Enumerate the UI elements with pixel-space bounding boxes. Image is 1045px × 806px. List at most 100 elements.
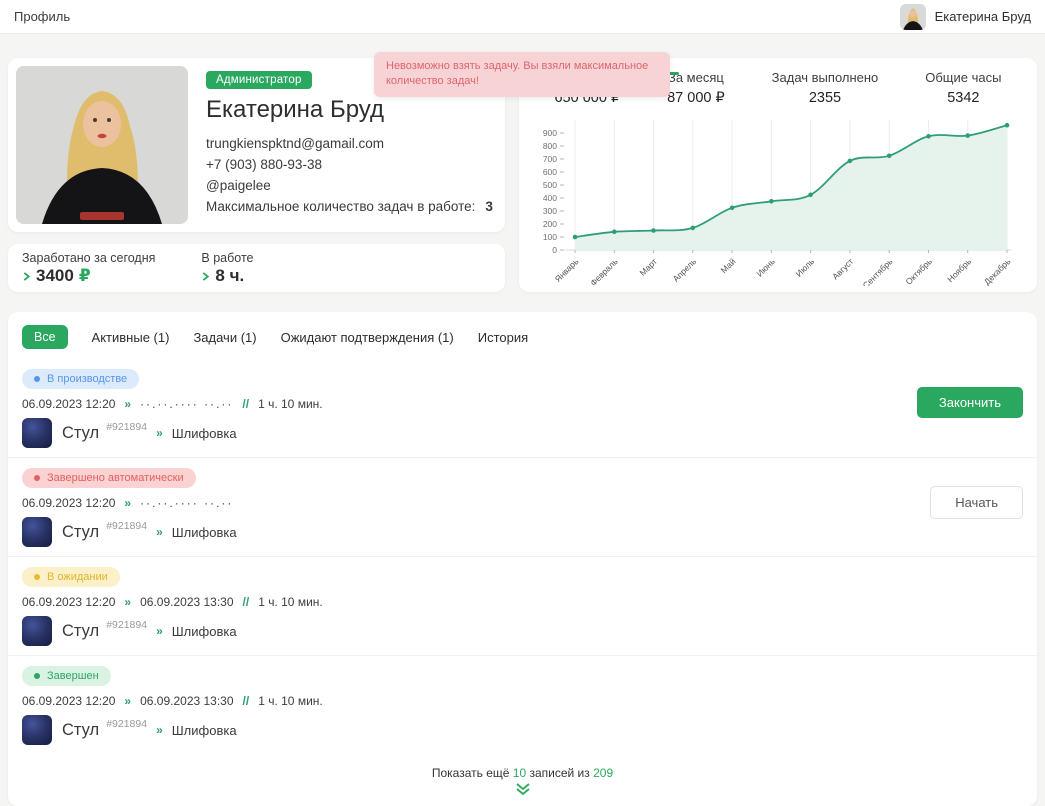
chevron-right-icon [203, 271, 210, 281]
in-work-label: В работе [201, 251, 254, 265]
svg-text:200: 200 [543, 219, 557, 229]
task-dates: 06.09.2023 12:20 » ··.··.···· ··.·· // 1… [22, 397, 1023, 411]
double-chevron-down-icon[interactable] [515, 783, 531, 796]
task-row: Завершен 06.09.2023 12:20 » 06.09.2023 1… [8, 656, 1037, 754]
finish-task-button[interactable]: Закончить [916, 387, 1023, 418]
status-dot-icon [34, 673, 40, 679]
show-more-label: Показать ещё [431, 766, 510, 780]
show-more[interactable]: Показать ещё 10 записей из 209 [8, 754, 1037, 806]
tasks-card: Все Активные (1) Задачи (1) Ожидают подт… [8, 312, 1037, 806]
svg-text:900: 900 [543, 128, 557, 138]
product-article: #921894 [106, 718, 148, 730]
profile-username: @paigelee [206, 177, 271, 193]
status-badge: Завершен [22, 666, 111, 686]
task-start-time: 06.09.2023 12:20 [22, 694, 116, 708]
show-more-records-label: записей из [529, 766, 590, 780]
svg-text:500: 500 [543, 180, 557, 190]
start-task-button[interactable]: Начать [930, 486, 1023, 519]
status-dot-icon [34, 574, 40, 580]
task-dates: 06.09.2023 12:20 » ··.··.···· ··.·· [22, 496, 1023, 510]
task-end-time: ··.··.···· ··.·· [140, 397, 234, 411]
in-work-stat[interactable]: В работе 8 ч. [201, 251, 253, 285]
show-more-count: 10 [512, 766, 527, 780]
task-duration: 1 ч. 10 мин. [258, 595, 323, 609]
currency-symbol: ₽ [78, 266, 91, 285]
show-more-total: 209 [593, 766, 614, 780]
svg-text:600: 600 [543, 167, 557, 177]
user-name: Екатерина Бруд [934, 9, 1031, 24]
task-duration: 1 ч. 10 мин. [258, 397, 323, 411]
product-stage: Шлифовка [171, 425, 237, 441]
task-product: Стул #921894 » Шлифовка [22, 517, 1023, 547]
svg-text:700: 700 [543, 154, 557, 164]
task-product: Стул #921894 » Шлифовка [22, 715, 1023, 745]
product-name: Стул [62, 423, 100, 442]
stat-total-hours[interactable]: Общие часы 5342 [925, 70, 1001, 112]
max-tasks-value: 3 [485, 198, 493, 214]
user-chip[interactable]: Екатерина Бруд [899, 3, 1031, 30]
earned-today-stat[interactable]: Заработано за сегодня 3400 ₽ [22, 251, 155, 285]
task-product: Стул #921894 » Шлифовка [22, 418, 1023, 448]
task-product: Стул #921894 » Шлифовка [22, 616, 1023, 646]
toast-error: Невозможно взять задачу. Вы взяли максим… [374, 52, 670, 97]
tab-history[interactable]: История [478, 330, 528, 345]
stat-label: Общие часы [925, 70, 1002, 85]
svg-text:Сентябрь: Сентябрь [861, 256, 895, 286]
svg-text:Июль: Июль [794, 256, 817, 279]
task-start-time: 06.09.2023 12:20 [22, 595, 116, 609]
product-stage: Шлифовка [171, 623, 237, 639]
task-end-time: 06.09.2023 13:30 [140, 595, 234, 609]
tab-active[interactable]: Активные (1) [92, 330, 170, 345]
stat-value: 2355 [808, 90, 842, 106]
user-avatar [899, 3, 926, 30]
top-bar: Профиль Екатерина Бруд [0, 0, 1045, 34]
stat-per-month[interactable]: За месяц 87 000 ₽ [667, 70, 725, 112]
svg-text:Декабрь: Декабрь [982, 256, 1013, 286]
product-thumbnail [22, 418, 52, 448]
arrow-separator: » [124, 397, 132, 411]
profile-max-tasks: Максимальное количество задач в работе: 3 [206, 197, 493, 218]
svg-text:Ноябрь: Ноябрь [945, 256, 973, 284]
svg-text:Июнь: Июнь [754, 256, 777, 279]
status-badge: В ожидании [22, 567, 120, 587]
status-badge: В производстве [22, 369, 140, 389]
profile-email: trungkienspktnd@gamail.com [206, 136, 385, 151]
arrow-separator: » [124, 694, 132, 708]
task-end-time: ··.··.···· ··.·· [140, 496, 234, 510]
task-start-time: 06.09.2023 12:20 [22, 496, 116, 510]
product-name: Стул [62, 621, 100, 640]
svg-text:Февраль: Февраль [588, 256, 620, 286]
product-stage: Шлифовка [171, 722, 237, 738]
tab-awaiting-confirmation[interactable]: Ожидают подтверждения (1) [281, 330, 454, 345]
main-content: Администратор Екатерина Бруд trungkiensp… [0, 34, 1045, 806]
duration-separator: // [242, 694, 250, 708]
max-tasks-label: Максимальное количество задач в работе: [206, 198, 476, 214]
svg-text:400: 400 [543, 193, 557, 203]
product-article: #921894 [106, 520, 148, 532]
profile-photo [16, 66, 188, 224]
task-row: В производстве 06.09.2023 12:20 » ··.··.… [8, 359, 1037, 458]
today-card: Заработано за сегодня 3400 ₽ В работе 8 … [8, 244, 505, 292]
arrow-separator: » [156, 426, 163, 440]
stat-tasks-done[interactable]: Задач выполнено 2355 [772, 70, 879, 112]
product-stage: Шлифовка [171, 524, 237, 540]
svg-text:Апрель: Апрель [671, 256, 699, 284]
svg-text:Август: Август [830, 256, 855, 281]
status-label: Завершено автоматически [47, 472, 184, 484]
tab-all[interactable]: Все [22, 325, 68, 349]
status-dot-icon [34, 376, 40, 382]
earned-today-label: Заработано за сегодня [22, 251, 156, 265]
status-label: Завершен [47, 670, 99, 682]
svg-text:Январь: Январь [553, 256, 581, 284]
in-work-value: 8 ч. [215, 266, 245, 285]
status-badge: Завершено автоматически [22, 468, 196, 488]
arrow-separator: » [124, 595, 132, 609]
tab-tasks[interactable]: Задачи (1) [193, 330, 256, 345]
task-row: В ожидании 06.09.2023 12:20 » 06.09.2023… [8, 557, 1037, 656]
page-title: Профиль [14, 9, 71, 24]
duration-separator: // [242, 595, 250, 609]
stat-label: Задач выполнено [771, 70, 879, 85]
earnings-chart: 0 100 200 300 400 500 600 700 800 900 Январь Феврал… [543, 120, 1013, 286]
profile-phone: +7 (903) 880-93-38 [206, 156, 322, 172]
profile-name: Екатерина Бруд [206, 96, 384, 123]
